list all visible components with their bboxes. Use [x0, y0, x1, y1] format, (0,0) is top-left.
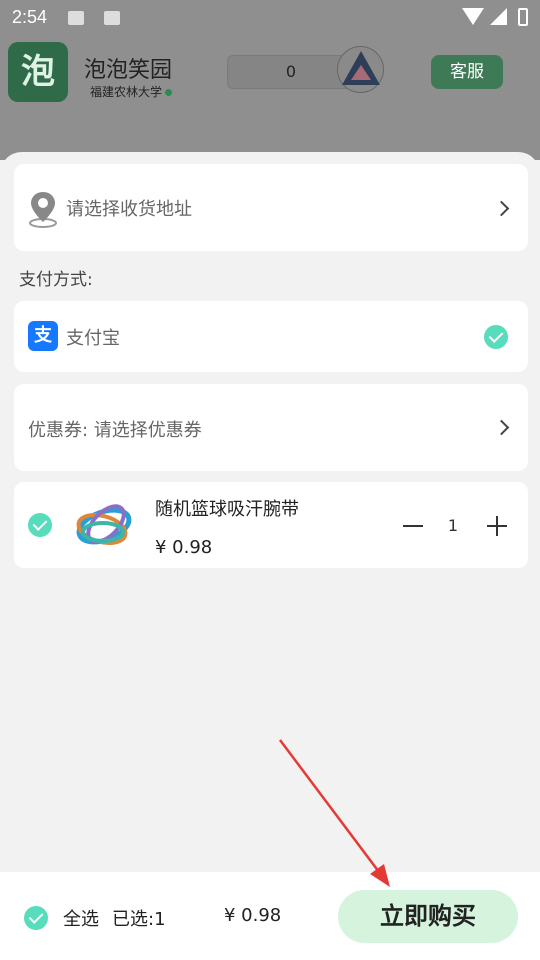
checkout-sheet: 请选择收货地址 支付方式: 支 支付宝 优惠券: 请选择优惠券 随机篮球吸汗腕带… [0, 152, 540, 960]
wifi-icon [462, 8, 484, 25]
gallery-notification-icon [68, 11, 84, 25]
app-header: 泡 泡泡笑园 福建农林大学 0 客服 [0, 36, 540, 110]
item-name: 随机篮球吸汗腕带 [155, 499, 299, 520]
battery-icon [518, 8, 528, 26]
payment-selected-check-icon[interactable] [484, 325, 508, 349]
address-placeholder: 请选择收货地址 [66, 199, 192, 220]
school-name: 福建农林大学 [90, 83, 173, 100]
cart-item: 随机篮球吸汗腕带 ¥ 0.98 1 [14, 482, 528, 568]
coupon-label: 优惠券: 请选择优惠券 [28, 420, 202, 441]
app-name: 泡泡笑园 [84, 58, 173, 83]
quantity-stepper: 1 [395, 508, 515, 544]
location-pin-icon [29, 192, 57, 228]
item-price: ¥ 0.98 [155, 537, 213, 558]
select-all-check-icon[interactable] [24, 906, 48, 930]
select-all-label[interactable]: 全选 [63, 905, 99, 931]
wristband-product-image [76, 504, 132, 546]
status-time: 2:54 [12, 7, 48, 27]
alipay-icon: 支 [28, 321, 58, 351]
decrease-quantity-button[interactable] [395, 508, 431, 544]
chevron-right-icon [493, 200, 510, 217]
address-selector[interactable]: 请选择收货地址 [14, 164, 528, 251]
quantity-value[interactable]: 1 [435, 512, 471, 540]
app-notification-icon [104, 11, 120, 25]
status-bar: 2:54 [0, 0, 540, 36]
item-checkbox-icon[interactable] [28, 513, 52, 537]
triangle-inner-icon [351, 65, 371, 80]
signal-icon [490, 8, 507, 25]
coupon-selector[interactable]: 优惠券: 请选择优惠券 [14, 384, 528, 471]
payment-section-title: 支付方式: [19, 270, 93, 290]
triangle-logo-button[interactable] [337, 46, 384, 93]
total-price: ¥ 0.98 [224, 905, 282, 926]
chevron-right-icon [493, 419, 510, 436]
app-logo: 泡 [8, 42, 68, 102]
selected-count: 已选:1 [112, 909, 166, 930]
checkout-bar: 全选 已选:1 ¥ 0.98 立即购买 [0, 872, 540, 960]
buy-now-button[interactable]: 立即购买 [338, 890, 518, 943]
customer-service-button[interactable]: 客服 [431, 55, 503, 89]
counter-display: 0 [227, 55, 355, 89]
verified-dot-icon [165, 89, 173, 96]
payment-method-label: 支付宝 [66, 328, 120, 349]
increase-quantity-button[interactable] [479, 508, 515, 544]
school-name-text: 福建农林大学 [90, 85, 163, 99]
payment-method-alipay[interactable]: 支 支付宝 [14, 301, 528, 372]
